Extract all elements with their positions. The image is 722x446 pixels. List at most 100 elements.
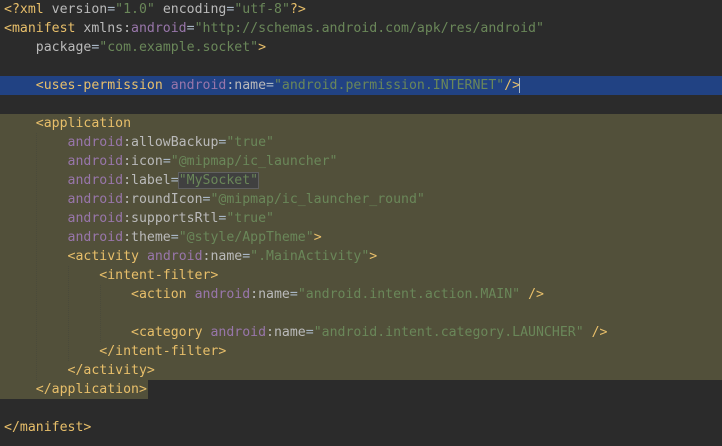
code-token: "android.intent.category.LAUNCHER" [313,325,584,340]
code-token: "@mipmap/ic_launcher" [170,154,338,169]
code-line[interactable]: <action android:name="android.intent.act… [0,285,722,304]
code-line[interactable]: <manifest xmlns:android="http://schemas.… [0,19,544,38]
code-token: = [170,230,179,245]
code-token: > [369,249,378,264]
code-token: "android.permission.INTERNET" [273,78,505,93]
code-token: android [67,211,124,226]
code-line[interactable]: </application> [0,380,148,399]
code-line[interactable]: <activity android:name=".MainActivity"> [0,247,722,266]
code-token: android [67,192,124,207]
code-token: android [67,154,124,169]
code-token: /> [504,78,521,93]
code-line[interactable]: <category android:name="android.intent.c… [0,323,722,342]
code-token: <category [131,325,211,340]
code-line[interactable]: android:theme="@style/AppTheme"> [0,228,722,247]
code-token: <?xml [4,2,52,17]
code-line[interactable] [0,399,4,418]
code-line[interactable]: android:icon="@mipmap/ic_launcher" [0,152,722,171]
code-token: </activity> [67,363,155,378]
code-line[interactable]: android:allowBackup="true" [0,133,722,152]
code-token: <activity [67,249,147,264]
code-token: > [313,230,322,245]
code-token: = [107,2,116,17]
code-token: xmlns: [83,21,132,36]
code-token: </intent-filter> [99,344,227,359]
code-token: = [186,21,195,36]
code-line[interactable]: android:roundIcon="@mipmap/ic_launcher_r… [0,190,722,209]
indent-guide [68,266,69,361]
code-token: :roundIcon [123,192,203,207]
code-token: "true" [226,211,274,226]
code-token: = [162,154,171,169]
code-token: :icon [123,154,163,169]
code-token: android [67,173,124,188]
code-token: :name [202,249,243,264]
code-token: "com.example.socket" [99,40,259,55]
code-line[interactable]: android:label="MySocket" [0,171,722,190]
code-token: android [194,287,251,302]
code-line[interactable] [0,95,4,114]
code-line[interactable]: <uses-permission android:name="android.p… [0,76,722,95]
code-token: ".MainActivity" [250,249,370,264]
code-token: ?> [289,2,306,17]
code-token: version [51,2,108,17]
code-token: :name [250,287,290,302]
code-token: android [146,249,203,264]
code-token: :label [123,173,171,188]
code-token: "android.intent.action.MAIN" [297,287,521,302]
code-token: <intent-filter> [99,268,219,283]
code-line[interactable]: <application [0,114,722,133]
code-token: "@mipmap/ic_launcher_round" [210,192,425,207]
code-token: /> [520,287,544,302]
code-token: "@style/AppTheme" [178,230,314,245]
code-line[interactable]: </manifest> [0,418,91,437]
code-token: :name [266,325,306,340]
code-token: <action [131,287,195,302]
code-token: "http://schemas.android.com/apk/res/andr… [194,21,544,36]
code-token: "MySocket" [177,172,260,189]
code-token: :name [226,78,267,93]
code-token: /> [583,325,608,340]
code-token: = [170,173,179,188]
code-line[interactable] [0,57,4,76]
code-token: "true" [226,135,274,150]
code-token: :theme [123,230,171,245]
code-token: android [67,135,124,150]
code-token: </application> [35,382,147,397]
code-line[interactable]: <intent-filter> [0,266,722,285]
code-token: = [289,287,298,302]
code-line[interactable]: <?xml version="1.0" encoding="utf-8"?> [0,0,306,19]
code-token: android [170,78,227,93]
code-token: <manifest [4,21,84,36]
code-token: android [67,230,124,245]
code-token: encoding [162,2,227,17]
code-token: android [210,325,267,340]
code-token: <application [35,116,132,131]
code-line[interactable]: android:supportsRtl="true" [0,209,722,228]
code-line[interactable] [0,304,722,323]
code-token: = [242,249,251,264]
code-token: package [35,40,92,55]
code-line[interactable]: </intent-filter> [0,342,722,361]
code-token: :supportsRtl [123,211,219,226]
code-token: :allowBackup [123,135,219,150]
code-token: "1.0" [115,2,155,17]
text-caret [519,78,521,93]
code-line[interactable]: package="com.example.socket"> [0,38,266,57]
code-line[interactable]: </activity> [0,361,722,380]
code-token: android [131,21,187,36]
code-token: </manifest> [4,420,92,435]
indent-guide [36,133,37,380]
code-editor[interactable]: <?xml version="1.0" encoding="utf-8"?> <m… [0,0,722,446]
code-token: "utf-8" [234,2,290,17]
code-token: <uses-permission [35,78,171,93]
code-token: > [258,40,267,55]
code-token: = [305,325,314,340]
